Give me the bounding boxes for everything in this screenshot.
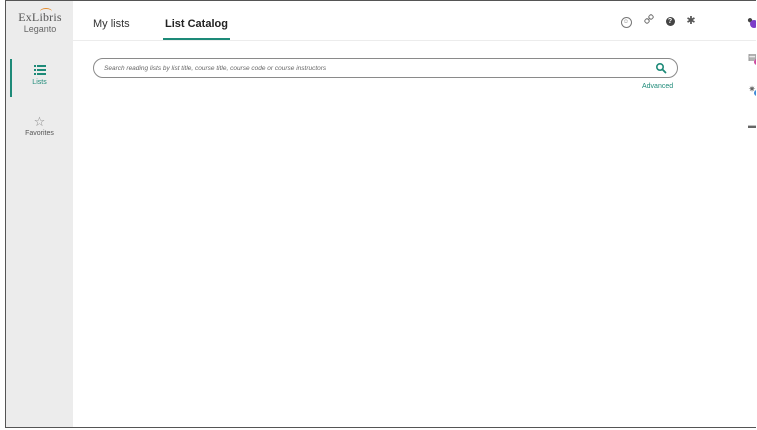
logo-product: Leganto [23,24,57,34]
archive-panel-button[interactable]: ▬ [746,121,756,135]
tab-my-lists[interactable]: My lists [93,18,130,30]
sidebar-item-label: Favorites [25,130,54,137]
notification-badge [750,20,756,28]
sidebar-item-favorites[interactable]: ☆ Favorites [6,114,73,137]
sidebar-item-label: Lists [32,79,47,86]
link-icon [644,14,654,24]
help-button[interactable]: ? [663,14,677,28]
notifications-button[interactable]: ● [743,14,756,28]
exlibris-leganto-logo: ExLibris Leganto [14,8,66,41]
header-divider [73,40,756,41]
sidebar-item-lists[interactable]: Lists [6,59,73,97]
settings-button[interactable]: ✱ [684,14,698,28]
comments-panel-button[interactable]: ▤ [746,52,756,66]
activity-panel-button[interactable]: ✷ [746,84,756,98]
search-input[interactable] [104,61,644,75]
gear-icon: ✱ [686,15,696,27]
search-icon [655,62,667,74]
advanced-search-link[interactable]: Advanced [642,83,673,90]
star-outline-icon: ☆ [33,114,46,129]
app-frame: ExLibris Leganto Lists ☆ Favorites My li [5,0,756,428]
tab-list-catalog[interactable]: List Catalog [163,18,230,40]
accessibility-icon: ☺ [620,17,632,28]
activity-dot-icon [754,90,756,96]
sidebar: ExLibris Leganto Lists ☆ Favorites [6,1,73,427]
comments-dot-icon [754,59,756,65]
archive-icon: ▬ [748,121,756,130]
help-icon: ? [665,17,675,26]
logo-arc [40,8,52,15]
list-icon [6,63,73,79]
search-button[interactable] [655,61,669,75]
link-button[interactable] [642,14,656,28]
accessibility-button[interactable]: ☺ [619,14,633,28]
search-bar [93,58,678,78]
